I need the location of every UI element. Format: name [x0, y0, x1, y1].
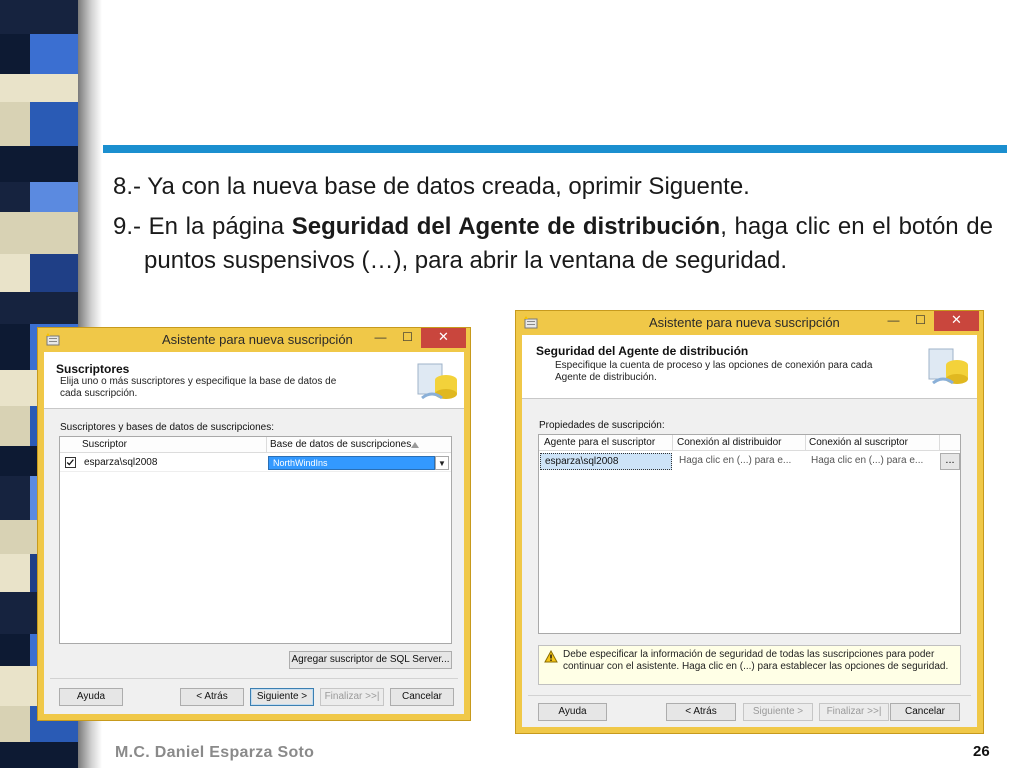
- sort-up-icon: [411, 442, 419, 448]
- strip-block: [30, 34, 78, 74]
- strip-block: [0, 706, 30, 742]
- database-select[interactable]: NorthWindIns: [268, 456, 435, 470]
- agent-cell[interactable]: esparza\sql2008: [540, 453, 672, 470]
- page-description: Especifique la cuenta de proceso y las o…: [555, 360, 873, 383]
- strip-block: [0, 554, 30, 592]
- title-accent-bar: [103, 145, 1007, 153]
- grid-label: Propiedades de suscripción:: [539, 420, 665, 431]
- wizard-header: Suscriptores Elija uno o más suscriptore…: [44, 352, 464, 409]
- back-button[interactable]: < Atrás: [666, 703, 736, 721]
- back-button[interactable]: < Atrás: [180, 688, 244, 706]
- close-icon[interactable]: ✕: [421, 328, 466, 348]
- minimize-icon[interactable]: —: [880, 311, 907, 331]
- strip-block: [30, 254, 78, 292]
- warning-panel: Debe especificar la información de segur…: [538, 645, 961, 685]
- title-bar[interactable]: Asistente para nueva suscripción — ☐ ✕: [38, 328, 470, 352]
- strip-block: [0, 324, 30, 370]
- strip-block: [0, 292, 78, 324]
- ellipsis-button[interactable]: ...: [940, 453, 960, 470]
- warning-text: Debe especificar la información de segur…: [563, 649, 949, 672]
- strip-block: [0, 476, 30, 520]
- step-9-text: 9.- En la página Seguridad del Agente de…: [113, 210, 993, 278]
- cancel-button[interactable]: Cancelar: [390, 688, 454, 706]
- column-distributor-connection[interactable]: Conexión al distribuidor: [677, 437, 782, 448]
- strip-block: [0, 34, 30, 74]
- table-row[interactable]: esparza\sql2008 NorthWindIns ▼: [60, 454, 451, 472]
- strip-block: [0, 102, 30, 146]
- warning-icon: [544, 650, 558, 663]
- grid-header: Agente para el suscriptor Conexión al di…: [539, 435, 960, 451]
- title-bar[interactable]: Asistente para nueva suscripción — ☐ ✕: [516, 311, 983, 335]
- finish-button[interactable]: Finalizar >>|: [320, 688, 384, 706]
- subscriber-cell: esparza\sql2008: [84, 457, 158, 468]
- help-button[interactable]: Ayuda: [59, 688, 123, 706]
- cancel-button[interactable]: Cancelar: [890, 703, 960, 721]
- strip-block: [30, 182, 78, 212]
- window-body: Seguridad del Agente de distribución Esp…: [522, 335, 977, 727]
- strip-block: [0, 742, 78, 768]
- database-art-icon: [928, 348, 968, 385]
- wizard-app-icon: [524, 316, 538, 329]
- subscriber-connection-cell[interactable]: Haga clic en (...) para e...: [811, 455, 923, 466]
- strip-block: [0, 634, 30, 666]
- maximize-icon[interactable]: ☐: [394, 328, 421, 348]
- strip-block: [0, 74, 78, 102]
- wizard-header: Seguridad del Agente de distribución Esp…: [522, 335, 977, 399]
- strip-block: [0, 406, 30, 446]
- next-button[interactable]: Siguiente >: [743, 703, 813, 721]
- chevron-down-icon[interactable]: ▼: [435, 456, 449, 470]
- strip-block: [30, 102, 78, 146]
- wizard-window-subscribers: Asistente para nueva suscripción — ☐ ✕ S…: [37, 327, 471, 721]
- window-body: Suscriptores Elija uno o más suscriptore…: [44, 352, 464, 714]
- strip-block: [0, 182, 30, 212]
- table-row[interactable]: esparza\sql2008 Haga clic en (...) para …: [539, 452, 960, 471]
- finish-button[interactable]: Finalizar >>|: [819, 703, 889, 721]
- strip-block: [0, 254, 30, 292]
- page-description: Elija uno o más suscriptores y especifiq…: [60, 376, 337, 399]
- column-database[interactable]: Base de datos de suscripciones: [270, 439, 411, 450]
- footer-author: M.C. Daniel Esparza Soto: [115, 744, 315, 761]
- subscription-properties-grid[interactable]: Agente para el suscriptor Conexión al di…: [538, 434, 961, 634]
- column-subscriber[interactable]: Suscriptor: [82, 439, 127, 450]
- grid-label: Suscriptores y bases de datos de suscrip…: [60, 422, 274, 433]
- close-icon[interactable]: ✕: [934, 311, 979, 331]
- strip-block: [0, 212, 78, 254]
- help-button[interactable]: Ayuda: [538, 703, 607, 721]
- step-8-text: 8.- Ya con la nueva base de datos creada…: [113, 173, 750, 200]
- strip-block: [0, 146, 78, 182]
- minimize-icon[interactable]: —: [367, 328, 394, 348]
- maximize-icon[interactable]: ☐: [907, 311, 934, 331]
- add-subscriber-button[interactable]: Agregar suscriptor de SQL Server...: [289, 651, 452, 669]
- distributor-connection-cell[interactable]: Haga clic en (...) para e...: [679, 455, 791, 466]
- checkbox-checked-icon[interactable]: [65, 457, 76, 468]
- column-agent[interactable]: Agente para el suscriptor: [544, 437, 655, 448]
- wizard-window-distribution-security: Asistente para nueva suscripción — ☐ ✕ S…: [515, 310, 984, 734]
- next-button[interactable]: Siguiente >: [250, 688, 314, 706]
- page-number: 26: [973, 743, 990, 760]
- wizard-app-icon: [46, 333, 60, 346]
- strip-block: [0, 0, 78, 34]
- subscribers-grid[interactable]: Suscriptor Base de datos de suscripcione…: [59, 436, 452, 644]
- page-title: Suscriptores: [56, 362, 130, 376]
- database-art-icon: [417, 363, 457, 400]
- column-subscriber-connection[interactable]: Conexión al suscriptor: [809, 437, 908, 448]
- step-9-bold: Seguridad del Agente de distribución: [291, 213, 721, 240]
- grid-header: Suscriptor Base de datos de suscripcione…: [60, 437, 451, 453]
- page-title: Seguridad del Agente de distribución: [536, 344, 749, 358]
- window-title: Asistente para nueva suscripción: [649, 315, 840, 330]
- step-9-prefix: 9.- En la página: [113, 213, 292, 240]
- window-title: Asistente para nueva suscripción: [162, 332, 353, 347]
